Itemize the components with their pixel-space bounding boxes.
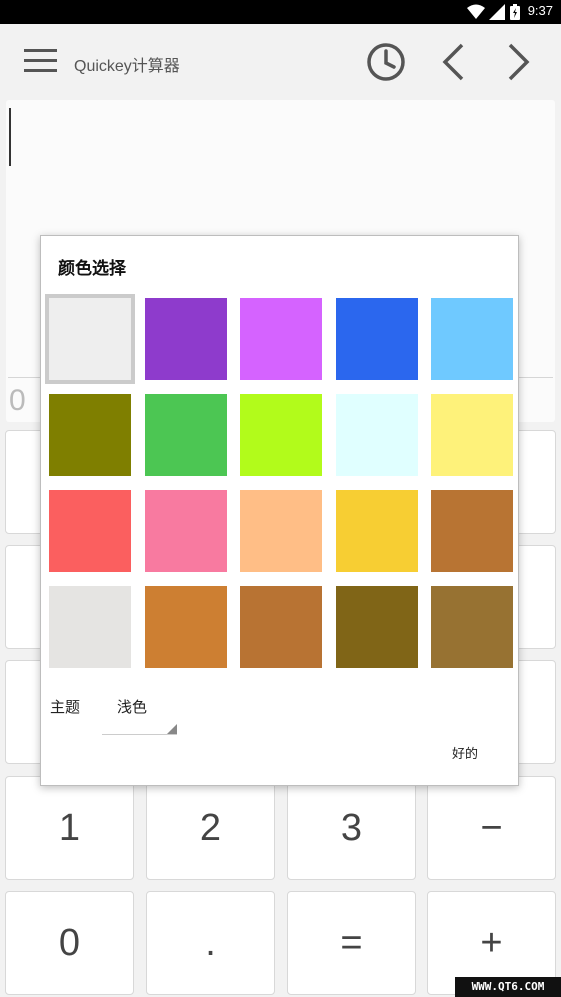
wifi-icon bbox=[467, 4, 485, 19]
color-picker-dialog: 颜色选择 主题 浅色 好的 bbox=[40, 235, 519, 786]
color-swatch[interactable] bbox=[240, 490, 322, 572]
color-swatch[interactable] bbox=[45, 294, 135, 384]
ok-button[interactable]: 好的 bbox=[446, 739, 484, 766]
color-swatch[interactable] bbox=[431, 298, 513, 380]
color-swatch[interactable] bbox=[240, 298, 322, 380]
color-swatch[interactable] bbox=[431, 490, 513, 572]
color-swatch[interactable] bbox=[49, 394, 131, 476]
signal-icon bbox=[489, 4, 505, 20]
color-swatch[interactable] bbox=[49, 586, 131, 668]
color-swatch[interactable] bbox=[431, 394, 513, 476]
color-swatch[interactable] bbox=[335, 586, 418, 668]
color-swatch[interactable] bbox=[335, 394, 418, 476]
history-clock-icon[interactable] bbox=[366, 42, 406, 82]
key-equals[interactable]: = bbox=[287, 891, 416, 995]
chevron-left-icon[interactable] bbox=[440, 42, 466, 82]
key-1[interactable]: 1 bbox=[5, 776, 134, 880]
color-swatch[interactable] bbox=[144, 490, 227, 572]
color-swatch[interactable] bbox=[240, 586, 322, 668]
key-minus[interactable]: − bbox=[427, 776, 556, 880]
color-swatch[interactable] bbox=[144, 586, 227, 668]
theme-dropdown[interactable]: 浅色 bbox=[102, 688, 177, 735]
app-title: Quickey计算器 bbox=[74, 58, 180, 75]
key-3[interactable]: 3 bbox=[287, 776, 416, 880]
color-swatch[interactable] bbox=[335, 298, 418, 380]
color-swatch[interactable] bbox=[144, 394, 227, 476]
dialog-title: 颜色选择 bbox=[58, 259, 126, 279]
watermark: WWW.QT6.COM bbox=[455, 977, 561, 997]
hamburger-menu-icon[interactable] bbox=[24, 48, 58, 74]
color-swatch[interactable] bbox=[335, 490, 418, 572]
key-2[interactable]: 2 bbox=[146, 776, 275, 880]
key-0[interactable]: 0 bbox=[5, 891, 134, 995]
theme-label: 主题 bbox=[50, 698, 81, 716]
chevron-right-icon[interactable] bbox=[506, 42, 532, 82]
battery-icon bbox=[510, 4, 520, 20]
text-cursor bbox=[9, 108, 11, 166]
status-bar: 9:37 bbox=[0, 0, 561, 24]
color-swatch[interactable] bbox=[431, 586, 513, 668]
app-bar: Quickey计算器 bbox=[0, 24, 561, 100]
key-decimal[interactable]: . bbox=[146, 891, 275, 995]
color-swatch[interactable] bbox=[49, 490, 131, 572]
theme-value: 浅色 bbox=[117, 698, 148, 716]
display-value: 0 bbox=[9, 384, 26, 417]
dropdown-arrow-icon bbox=[167, 724, 177, 734]
status-time: 9:37 bbox=[527, 3, 553, 18]
color-swatch[interactable] bbox=[240, 394, 322, 476]
color-swatch[interactable] bbox=[144, 298, 227, 380]
